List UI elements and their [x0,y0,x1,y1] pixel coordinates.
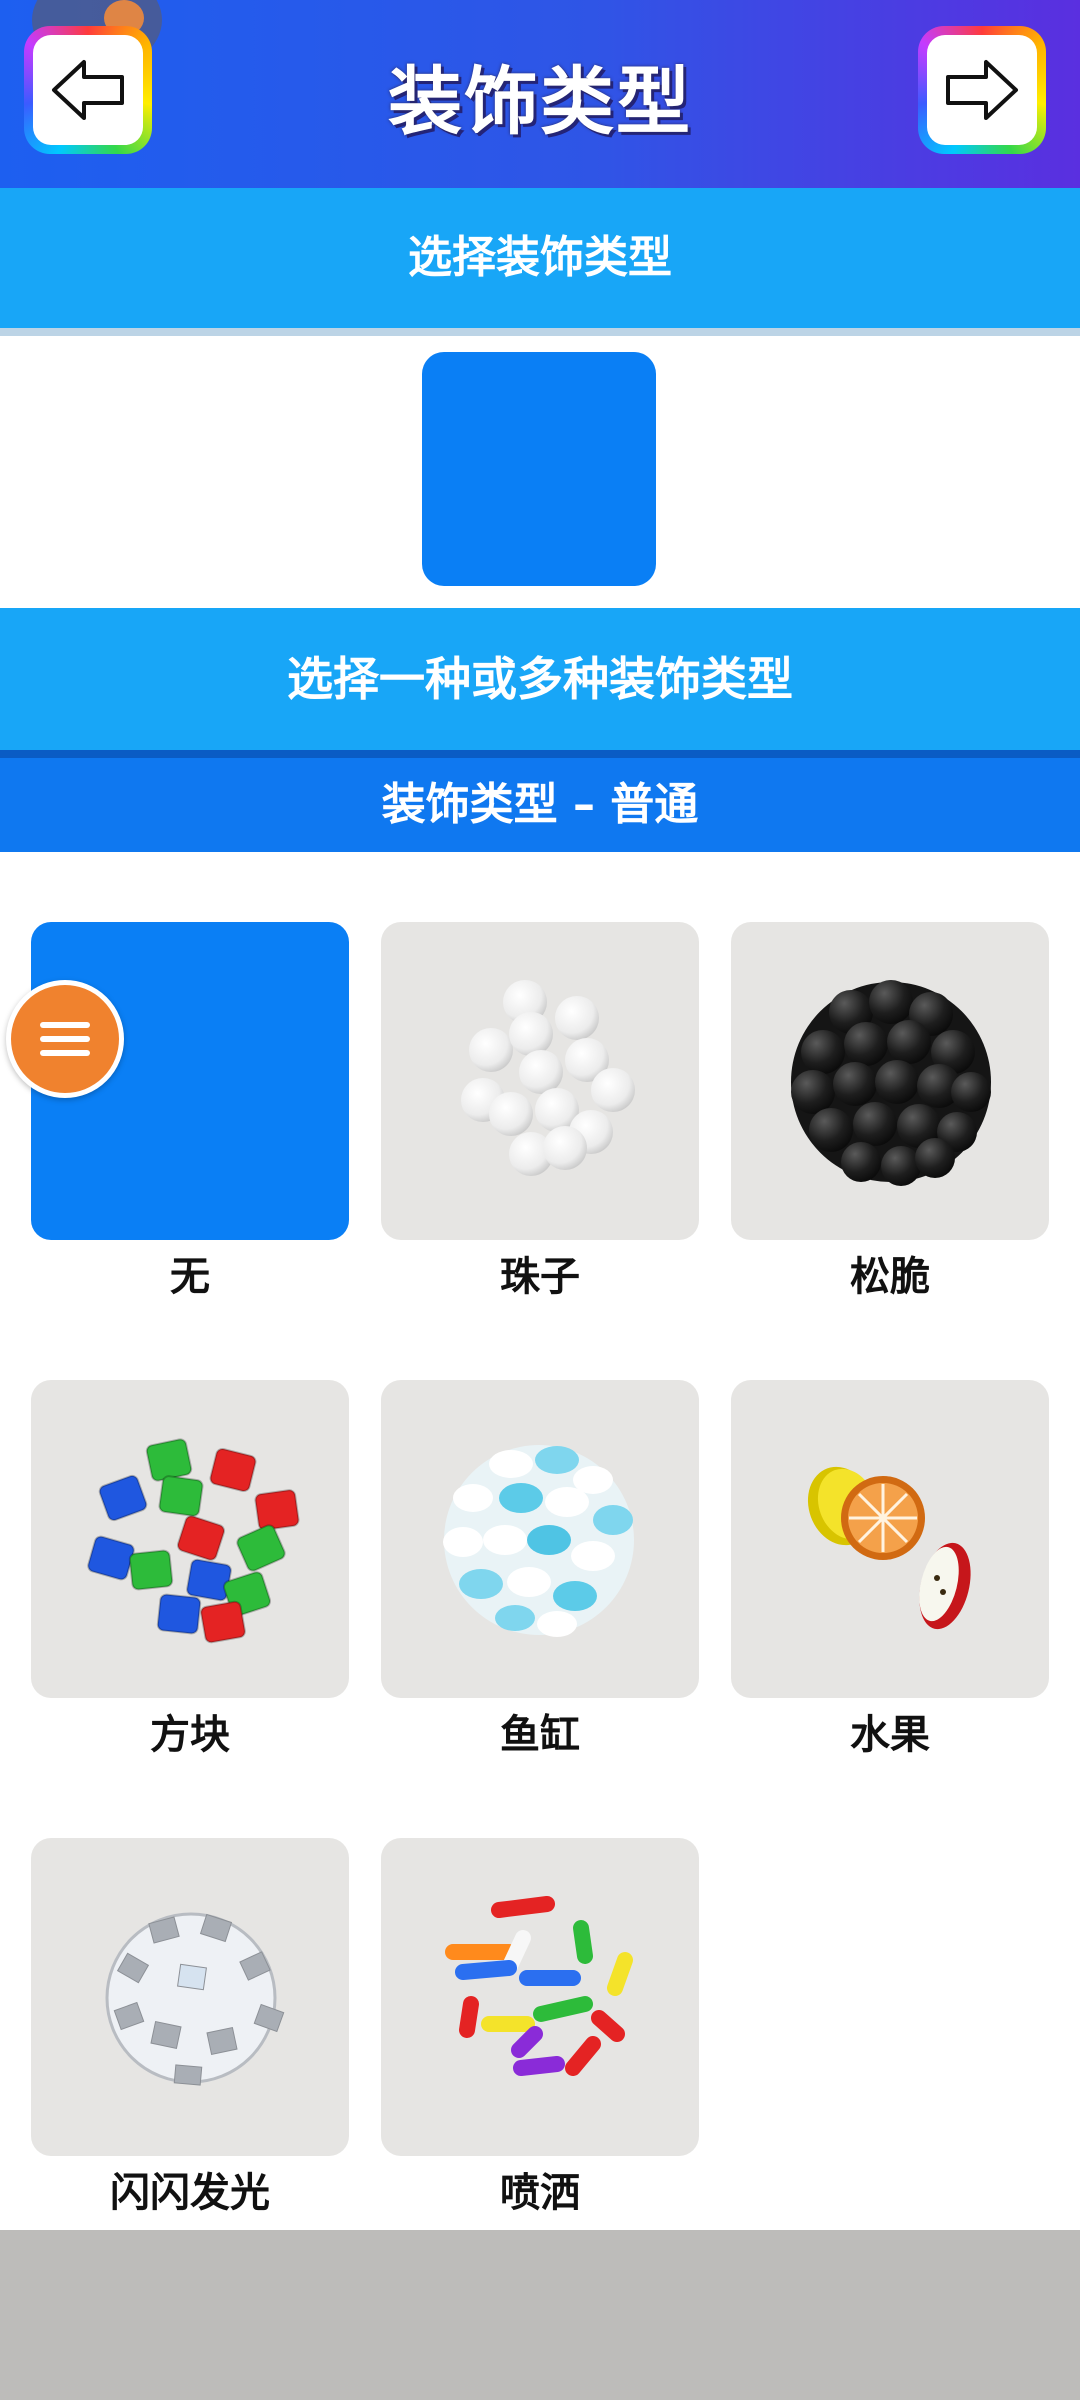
option-tile-fishbowl[interactable] [381,1380,699,1698]
option-label: 无 [170,1254,210,1300]
fruit-slices-icon [807,1466,971,1630]
next-button[interactable] [918,26,1046,154]
sparkle-ball-icon [105,1912,285,2086]
option-label: 闪闪发光 [110,2170,270,2216]
option-label: 喷洒 [500,2170,580,2216]
cubes-icon [87,1438,300,1644]
option-tile-beads[interactable] [381,922,699,1240]
select-type-heading: 选择装饰类型 [0,188,1080,336]
option-label: 松脆 [850,1254,930,1300]
option-tile-crunchy[interactable] [731,922,1049,1240]
beads-icon [461,980,635,1176]
option-tile-sprinkles[interactable] [381,1838,699,2156]
option-label: 方块 [150,1712,230,1758]
category-heading: 装饰类型 – 普通 [0,750,1080,852]
floating-menu-button[interactable] [6,980,124,1098]
preview-swatch [422,352,656,586]
arrow-right-icon [946,60,1018,120]
fishbowl-ball-icon [443,1445,634,1637]
bottom-bar [0,2230,1080,2400]
option-tile-fruit[interactable] [731,1380,1049,1698]
crunchy-ball-icon [791,980,991,1186]
option-label: 珠子 [500,1254,580,1300]
hamburger-icon [40,1022,90,1056]
option-tile-sparkle[interactable] [31,1838,349,2156]
option-label: 水果 [850,1712,930,1758]
sprinkles-icon [445,1896,633,2076]
select-multiple-heading: 选择一种或多种装饰类型 [0,608,1080,750]
option-label: 鱼缸 [500,1712,580,1758]
option-tile-cubes[interactable] [31,1380,349,1698]
app-header: 装饰类型 [0,0,1080,188]
